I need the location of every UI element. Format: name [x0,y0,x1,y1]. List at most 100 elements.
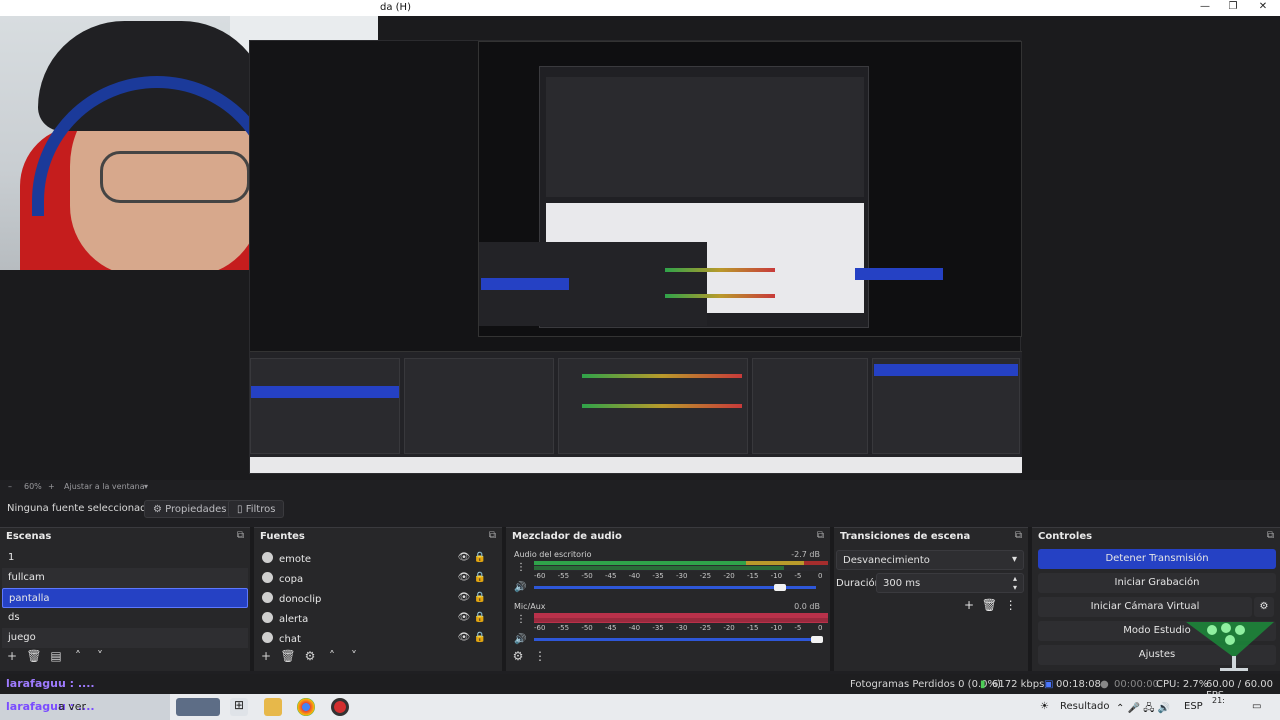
close-icon[interactable]: ✕ [1248,0,1278,16]
source-item[interactable]: copa 👁 🔒 [256,568,500,588]
fit-window-label[interactable]: Ajustar a la ventana [64,482,145,491]
zoom-dropdown-icon[interactable]: ▾ [144,482,148,491]
filter-icon[interactable]: ▤ [46,649,66,663]
start-virtual-camera-button[interactable]: Iniciar Cámara Virtual [1038,597,1252,617]
weather-icon[interactable]: ☀ [1040,701,1049,712]
scene-item[interactable]: juego [2,628,248,648]
channel-name: Mic/Aux [514,602,546,611]
meter-tick-label: 0 [818,624,823,632]
restore-icon[interactable]: ❐ [1218,0,1248,16]
move-up-icon[interactable]: ˄ [68,649,88,663]
zoom-in-button[interactable]: + [48,482,55,491]
undock-icon[interactable]: ⧉ [1267,530,1274,541]
start-recording-button[interactable]: Iniciar Grabación [1038,573,1276,593]
move-down-icon[interactable]: ˅ [90,649,110,663]
filters-button[interactable]: ▯ Filtros [228,500,285,518]
speaker-icon[interactable]: 🔊 [514,582,526,593]
status-bar: larafaguu : .... Fotogramas Perdidos 0 (… [0,674,1280,701]
mixer-menu-icon[interactable]: ⋮ [530,649,550,663]
visibility-lock-icons[interactable]: 👁 🔒 [458,572,486,583]
visibility-lock-icons[interactable]: 👁 🔒 [458,612,486,623]
file-explorer-icon[interactable] [264,698,282,716]
language-indicator[interactable]: ESP [1184,701,1203,712]
sources-title: Fuentes [260,531,305,542]
visibility-lock-icons[interactable]: 👁 🔒 [458,592,486,603]
move-down-icon[interactable]: ˅ [344,649,364,663]
scene-item[interactable]: 1 [2,548,248,568]
speaker-icon[interactable]: 🔊 [514,634,526,645]
volume-slider-knob[interactable] [811,636,823,643]
visibility-lock-icons[interactable]: 👁 🔒 [458,552,486,563]
notification-icon[interactable]: ▭ [1252,701,1261,712]
gear-icon[interactable]: ⚙ [300,649,320,663]
source-item[interactable]: alerta 👁 🔒 [256,608,500,628]
undock-icon[interactable]: ⧉ [237,530,244,541]
task-view-icon[interactable]: ⊞ [230,698,248,716]
source-item[interactable]: donoclip 👁 🔒 [256,588,500,608]
chat-input-area[interactable]: larafaguu : .... a ver [0,694,170,720]
zoom-out-button[interactable]: – [8,482,12,491]
virtual-camera-settings-gear-icon[interactable]: ⚙ [1254,597,1274,617]
undock-icon[interactable]: ⧉ [1015,530,1022,541]
properties-button[interactable]: ⚙ Propiedades [144,500,236,518]
channel-menu-icon[interactable]: ⋮ [516,614,526,625]
scene-item[interactable]: fullcam [2,568,248,588]
filter-icon: ▯ [237,504,243,515]
record-icon: ● [1100,679,1109,690]
chrome-icon[interactable] [297,698,315,716]
add-icon[interactable]: + [256,649,276,663]
undock-icon[interactable]: ⧉ [817,530,824,541]
meter-tick-label: -35 [652,572,664,580]
scene-item-selected[interactable]: pantalla [2,588,248,608]
mixer-toolbar: ⚙ ⋮ [506,649,550,669]
menu-icon[interactable]: ⋮ [1005,598,1017,612]
volume-slider[interactable] [534,638,816,641]
meter-tick-label: -5 [794,572,802,580]
obs-window: da (H) — ❐ ✕ – 60% + Ajustar a la ventan… [0,0,1280,720]
trash-icon[interactable]: 🗑 [278,649,298,663]
duration-spinbox[interactable]: 300 ms ▴ ▾ [876,573,1024,593]
source-type-icon [262,612,273,623]
undock-icon[interactable]: ⧉ [489,530,496,541]
add-icon[interactable]: + [2,649,22,663]
sources-toolbar: + 🗑 ⚙ ˄ ˅ [254,649,364,669]
record-time: 00:00:00 [1114,679,1159,690]
scenes-title: Escenas [6,531,52,542]
os-taskbar: larafaguu : .... a ver ⊞ ☀ Resultado ⌃ 🎤… [0,694,1280,720]
trash-icon[interactable]: 🗑 [24,649,44,663]
zoom-bar: – 60% + Ajustar a la ventana ▾ [0,480,1280,494]
scenes-toolbar: + 🗑 ▤ ˄ ˅ [0,649,110,669]
clock[interactable]: 21: [1212,696,1225,705]
volume-slider-knob[interactable] [774,584,786,591]
bitrate: 6172 kbps [992,679,1045,690]
stream-icon: ▣ [1044,679,1054,690]
channel-db: -2.7 dB [791,550,820,559]
level-meter [534,561,828,571]
menu-help[interactable]: da (H) [380,2,411,13]
transition-select[interactable]: Desvanecimiento ▾ [836,550,1024,570]
channel-menu-icon[interactable]: ⋮ [516,562,526,573]
spin-arrows-icon[interactable]: ▴ ▾ [1013,574,1017,592]
search-thumbnail[interactable] [176,698,220,716]
source-item[interactable]: chat 👁 🔒 [256,628,500,648]
trash-icon[interactable]: 🗑 [982,598,997,612]
tray-icons[interactable]: ⌃ 🎤 🖧 🔊 [1116,701,1170,718]
no-source-label: Ninguna fuente seleccionad [7,503,147,514]
stop-streaming-button[interactable]: Detener Transmisión [1038,549,1276,569]
visibility-lock-icons[interactable]: 👁 🔒 [458,632,486,643]
source-type-icon [262,572,273,583]
meter-tick-label: -20 [723,624,735,632]
add-icon[interactable]: + [964,598,974,612]
chat-overlay-line: larafaguu : .... [6,677,95,690]
scene-item[interactable]: ds [2,608,248,628]
gear-icon: ⚙ [153,504,162,515]
advanced-audio-icon[interactable]: ⚙ [508,649,528,663]
source-item[interactable]: emote 👁 🔒 [256,548,500,568]
result-label[interactable]: Resultado [1060,701,1110,712]
minimize-icon[interactable]: — [1190,0,1220,16]
preview-canvas[interactable] [0,16,1280,480]
signal-icon: ▮ [980,679,986,690]
obs-icon[interactable] [331,698,349,716]
meter-tick-label: -30 [676,624,688,632]
move-up-icon[interactable]: ˄ [322,649,342,663]
